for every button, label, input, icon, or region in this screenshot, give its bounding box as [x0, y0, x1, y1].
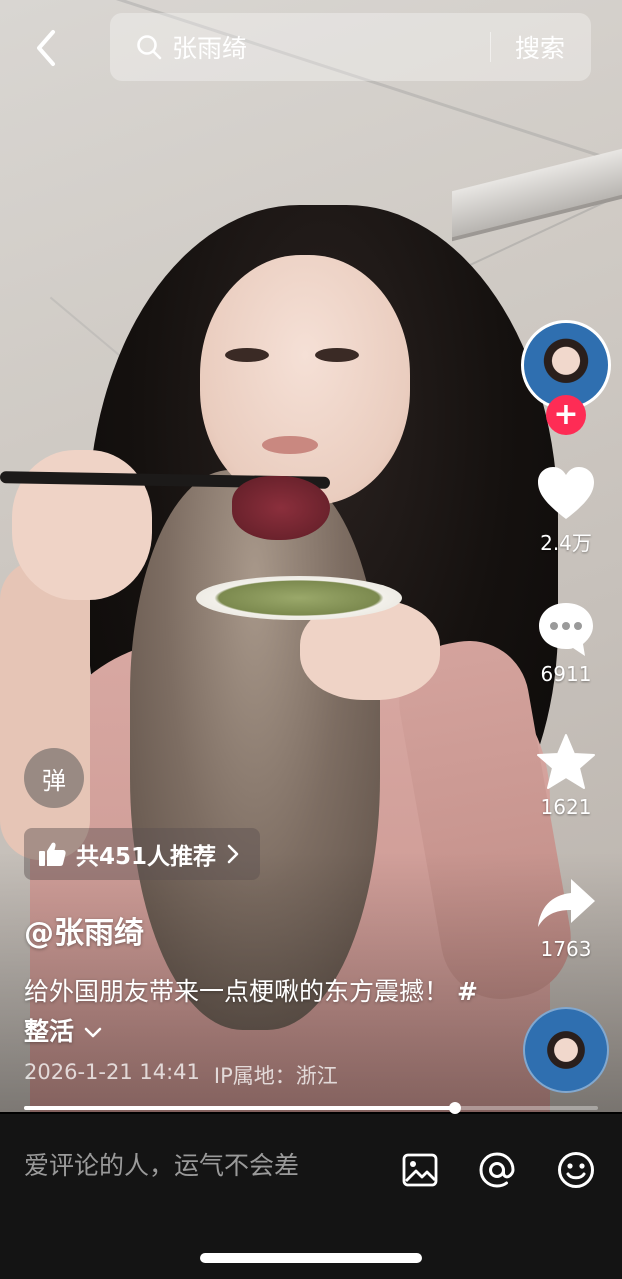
image-button[interactable]	[400, 1150, 440, 1190]
eye	[315, 348, 359, 362]
eye	[225, 348, 269, 362]
author-name[interactable]: @张雨绮	[24, 908, 144, 952]
search-icon	[136, 34, 162, 60]
share-icon	[538, 879, 595, 927]
share-count: 1763	[540, 937, 592, 961]
back-button[interactable]	[24, 26, 68, 70]
range-hood	[452, 148, 622, 242]
star-icon	[537, 734, 595, 789]
video-caption: 给外国朋友带来一点梗啾的东方震撼！ #整活	[24, 972, 494, 1052]
chevron-right-icon	[227, 844, 239, 864]
post-date: 2026-1-21 14:41	[24, 1060, 200, 1084]
emoji-button[interactable]	[556, 1150, 596, 1190]
at-icon	[479, 1152, 515, 1188]
follow-button[interactable]: +	[546, 395, 586, 435]
share-button[interactable]: 1763	[526, 875, 606, 961]
back-arrow-icon	[37, 30, 55, 66]
like-count: 2.4万	[540, 531, 592, 555]
post-meta: 2026-1-21 14:41 IP属地：浙江	[24, 1060, 338, 1090]
image-icon	[402, 1153, 438, 1187]
comment-count: 6911	[540, 662, 592, 686]
progress-fill	[24, 1106, 455, 1110]
comment-icon	[539, 603, 593, 656]
home-indicator[interactable]	[200, 1253, 422, 1263]
chevron-down-icon	[84, 1027, 102, 1038]
music-disc[interactable]	[523, 1007, 609, 1093]
heart-icon	[538, 467, 594, 519]
search-bar[interactable]: 张雨绮 搜索	[110, 13, 591, 81]
progress-handle[interactable]	[448, 1102, 461, 1114]
divider	[489, 32, 491, 62]
favorite-button[interactable]: 1621	[526, 733, 606, 819]
danmaku-label: 弹	[42, 766, 66, 795]
ip-location: IP属地：浙江	[213, 1064, 338, 1088]
comment-button[interactable]: 6911	[526, 600, 606, 686]
emoji-icon	[558, 1152, 594, 1188]
plate	[196, 576, 402, 620]
recommend-text: 共451人推荐	[76, 844, 217, 870]
favorite-count: 1621	[540, 795, 592, 819]
progress-bar[interactable]	[24, 1102, 598, 1114]
search-button[interactable]: 搜索	[515, 29, 565, 65]
mention-button[interactable]	[477, 1150, 517, 1190]
like-button[interactable]: 2.4万	[526, 465, 606, 556]
food	[232, 476, 330, 540]
search-query[interactable]: 张雨绮	[172, 29, 490, 65]
left-arm	[0, 560, 90, 860]
thumbs-up-icon	[39, 842, 66, 866]
caption-text: 给外国朋友带来一点梗啾的东方震撼！	[24, 977, 450, 1006]
danmaku-toggle[interactable]: 弹	[24, 748, 84, 808]
lips	[262, 436, 318, 454]
face	[200, 255, 410, 505]
recommend-chip[interactable]: 共451人推荐	[24, 828, 261, 880]
comment-input[interactable]: 爱评论的人，运气不会差	[24, 1146, 374, 1182]
